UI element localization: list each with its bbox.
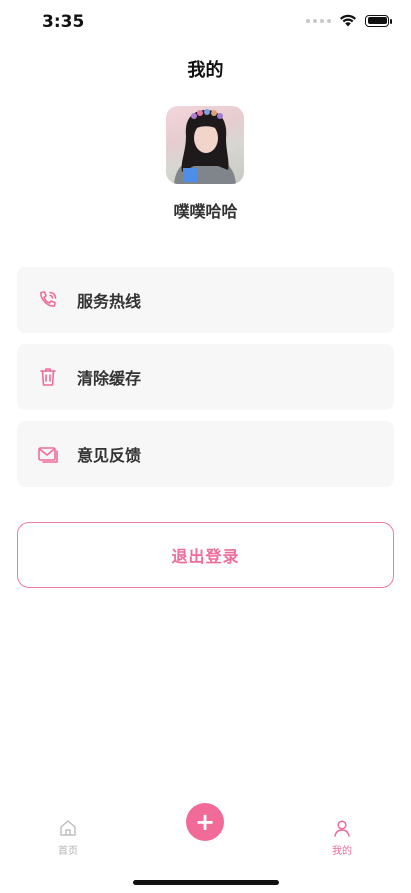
status-time: 3:35: [42, 12, 85, 32]
menu-item-label: 服务热线: [77, 292, 142, 311]
avatar[interactable]: [166, 106, 244, 184]
menu-item-feedback[interactable]: 意见反馈: [17, 421, 394, 487]
wifi-icon: [340, 14, 356, 27]
tab-mine-label: 我的: [332, 846, 352, 857]
menu-item-clear-cache[interactable]: 清除缓存: [17, 344, 394, 410]
phone-icon: [37, 289, 59, 311]
home-indicator: [133, 880, 279, 885]
page-title: 我的: [187, 60, 224, 81]
battery-icon: [365, 14, 392, 27]
user-icon: [334, 820, 350, 837]
tab-home-label: 首页: [58, 846, 78, 857]
logout-button[interactable]: 退出登录: [17, 522, 394, 588]
add-button[interactable]: +: [186, 803, 224, 841]
signal-icon: [306, 18, 331, 23]
user-name: 噗噗哈哈: [173, 202, 238, 221]
status-icons: [306, 14, 392, 27]
tab-home[interactable]: 首页: [38, 818, 98, 857]
avatar-photo: [174, 109, 236, 184]
tab-mine[interactable]: 我的: [312, 818, 372, 857]
status-bar: 3:35: [0, 0, 411, 46]
plus-icon: +: [194, 808, 216, 836]
mail-icon: [37, 443, 59, 465]
menu-item-label: 清除缓存: [77, 369, 142, 388]
menu-item-label: 意见反馈: [77, 446, 142, 465]
menu-item-service-hotline[interactable]: 服务热线: [17, 267, 394, 333]
trash-icon: [37, 366, 59, 388]
home-icon: [60, 820, 76, 836]
